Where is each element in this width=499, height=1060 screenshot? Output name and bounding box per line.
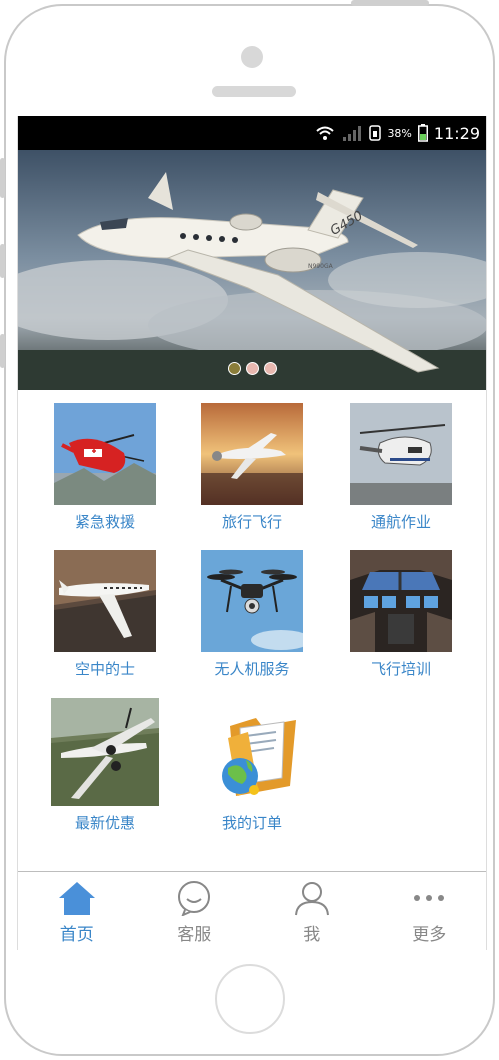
front-camera [241,46,263,68]
service-label: 我的订单 [221,814,282,832]
service-emergency-rescue[interactable]: 紧急救援 [40,403,170,532]
banner-jet-image: G450 N990GA [18,150,486,390]
battery-icon [417,124,428,142]
sim-icon [369,125,382,141]
air-taxi-jet-icon [54,550,156,652]
service-travel-flight[interactable]: 旅行飞行 [187,403,317,532]
tab-label: 首页 [59,925,94,945]
phone-side-button [0,158,5,198]
status-bar: 38% 11:29 [18,116,486,150]
phone-volume-up [0,244,5,278]
battery-percent: 38% [387,126,412,140]
drone-icon [201,550,303,652]
service-general-aviation[interactable]: 通航作业 [336,403,466,532]
wifi-icon [316,126,335,140]
tab-label: 更多 [412,925,447,945]
service-flight-training[interactable]: 飞行培训 [336,550,466,679]
phone-volume-down [0,334,5,368]
service-label: 紧急救援 [74,513,135,531]
app-screen: 38% 11:29 G450 N990GA 紧急救援 旅行飞行 通航作业 空中的… [17,116,487,950]
service-label: 通航作业 [370,513,431,531]
signal-icon [343,126,362,141]
tab-label: 我 [303,925,321,945]
service-air-taxi[interactable]: 空中的士 [40,550,170,679]
chat-bubble-icon [178,881,211,916]
carousel-dots [228,362,277,375]
tab-home[interactable]: 首页 [18,872,136,950]
tab-label: 客服 [177,925,212,945]
cockpit-icon [350,550,452,652]
tab-more[interactable]: 更多 [371,872,487,950]
more-dots-icon [414,895,445,901]
service-label: 旅行飞行 [221,513,282,531]
home-icon [58,882,95,915]
banner-carousel[interactable]: G450 N990GA [18,150,486,390]
rescue-helicopter-icon [54,403,156,505]
tab-me[interactable]: 我 [253,872,371,950]
service-label: 飞行培训 [370,660,431,678]
bottom-tab-bar: 首页 客服 我 更多 [18,871,487,950]
turboprop-plane-icon [51,698,159,806]
service-label: 最新优惠 [74,814,135,832]
utility-helicopter-icon [350,403,452,505]
carousel-dot[interactable] [246,362,259,375]
tab-customer-service[interactable]: 客服 [136,872,254,950]
service-drone[interactable]: 无人机服务 [187,550,317,679]
travel-plane-icon [201,403,303,505]
folder-globe-icon [198,698,306,806]
user-icon [294,882,329,916]
carousel-dot[interactable] [264,362,277,375]
home-button[interactable] [215,964,285,1034]
carousel-dot[interactable] [228,362,241,375]
service-my-orders[interactable]: 我的订单 [187,698,317,833]
clock: 11:29 [433,123,480,143]
service-label: 空中的士 [74,660,135,678]
service-promotions[interactable]: 最新优惠 [40,698,170,833]
service-label: 无人机服务 [214,660,290,678]
jet-registration-text: N990GA [308,263,334,270]
earpiece-speaker [212,86,296,97]
phone-top-button [351,0,429,6]
